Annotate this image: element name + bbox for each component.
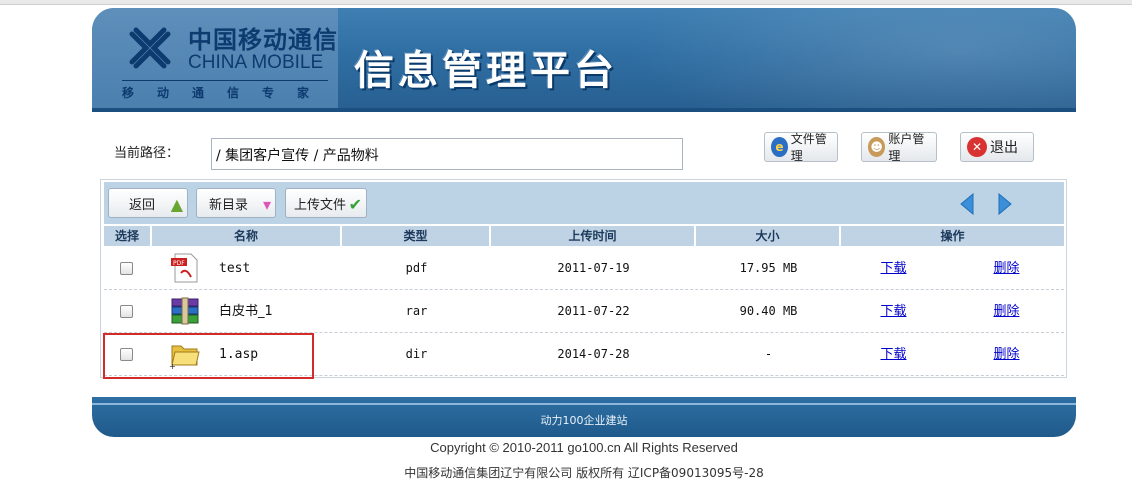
row-checkbox[interactable]: [120, 305, 133, 318]
file-upload-time: 2014-07-28: [557, 347, 630, 361]
logo-chinese-text: 中国移动通信: [188, 26, 338, 54]
upload-file-button[interactable]: 上传文件 ✔: [285, 188, 367, 218]
logout-label: 退出: [990, 140, 1018, 156]
column-size: 大小: [696, 226, 841, 246]
logo-english-text: CHINA MOBILE: [188, 52, 324, 73]
download-link[interactable]: 下载: [880, 347, 906, 362]
logo-slogan: 移动通信专家: [122, 86, 333, 100]
column-name: 名称: [152, 226, 342, 246]
header-stripe: [92, 108, 1076, 112]
delete-link[interactable]: 删除: [993, 304, 1019, 319]
back-arrow-icon: ▲: [170, 195, 183, 214]
column-type: 类型: [342, 226, 491, 246]
footer-bar-text: 动力100企业建站: [540, 414, 628, 427]
footer-bar: 动力100企业建站: [92, 397, 1076, 437]
column-upload-time: 上传时间: [491, 226, 696, 246]
row-checkbox[interactable]: [120, 262, 133, 275]
account-management-button[interactable]: ☻ 账户管理: [861, 132, 937, 163]
pdf-icon: PDF: [171, 253, 198, 283]
platform-title: 信息管理平台: [354, 48, 618, 94]
file-management-button[interactable]: e 文件管理: [764, 132, 838, 163]
file-name: test: [219, 261, 251, 276]
file-type: dir: [405, 347, 428, 361]
file-size: -: [764, 347, 773, 361]
delete-link[interactable]: 删除: [993, 347, 1019, 362]
upload-file-label: 上传文件: [294, 197, 347, 213]
path-label: 当前路径：: [114, 146, 180, 161]
china-mobile-logo: 中国移动通信 CHINA MOBILE 移动通信专家: [92, 8, 338, 112]
file-size: 17.95 MB: [739, 261, 798, 275]
next-page-icon[interactable]: [992, 192, 1016, 216]
back-label: 返回: [129, 197, 156, 213]
selection-highlight-box: [103, 333, 314, 379]
copyright-text: Copyright © 2010-2011 go100.cn All Right…: [430, 440, 738, 455]
back-button[interactable]: 返回 ▲: [108, 188, 188, 218]
file-upload-time: 2011-07-22: [557, 304, 630, 318]
previous-page-icon[interactable]: [956, 192, 980, 216]
table-row: PDF test pdf 2011-07-19 17.95 MB 下载 删除: [104, 247, 1064, 290]
new-directory-label: 新目录: [209, 197, 249, 213]
archive-icon: [171, 297, 199, 325]
ie-icon: e: [771, 137, 788, 157]
checkmark-icon: ✔: [348, 195, 362, 214]
file-upload-time: 2011-07-19: [557, 261, 630, 275]
file-name: 白皮书_1: [219, 304, 273, 319]
file-type: rar: [405, 304, 428, 318]
file-size: 90.40 MB: [739, 304, 798, 318]
account-management-label: 账户管理: [888, 132, 925, 163]
svg-text:PDF: PDF: [173, 260, 185, 267]
table-header: 选择 名称 类型 上传时间 大小 操作: [104, 226, 1064, 246]
company-text: 中国移动通信集团辽宁有限公司 版权所有 辽ICP备09013095号-28: [404, 466, 764, 480]
new-directory-button[interactable]: 新目录 ▾: [196, 188, 276, 218]
logo-divider: [122, 80, 328, 81]
users-icon: ☻: [868, 137, 886, 157]
table-row: 白皮书_1 rar 2011-07-22 90.40 MB 下载 删除: [104, 290, 1064, 333]
download-link[interactable]: 下载: [880, 261, 906, 276]
logout-button[interactable]: ✕ 退出: [960, 132, 1034, 162]
china-mobile-logo-icon: [129, 27, 171, 69]
cart-icon: ▾: [262, 195, 271, 214]
file-type: pdf: [405, 261, 428, 275]
top-divider: [0, 0, 1132, 5]
header-banner: 中国移动通信 CHINA MOBILE 移动通信专家 信息管理平台: [92, 8, 1076, 112]
file-management-label: 文件管理: [790, 132, 827, 163]
delete-link[interactable]: 删除: [993, 261, 1019, 276]
download-link[interactable]: 下载: [880, 304, 906, 319]
column-actions: 操作: [841, 226, 1064, 246]
close-icon: ✕: [967, 137, 987, 157]
column-select: 选择: [104, 226, 152, 246]
current-path-field[interactable]: / 集团客户宣传 / 产品物料: [211, 138, 683, 170]
